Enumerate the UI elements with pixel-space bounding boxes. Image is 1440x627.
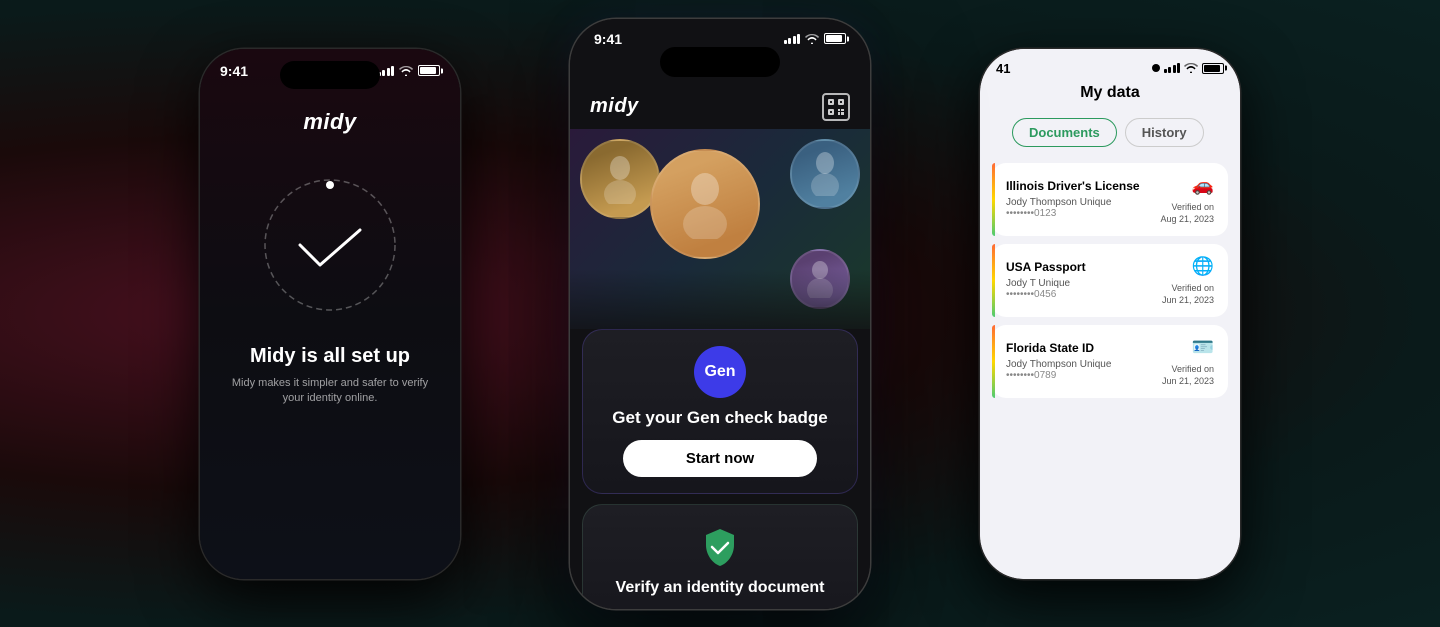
center-header: midy: [570, 85, 870, 129]
verify-title: Verify an identity document: [616, 579, 825, 597]
battery-icon: [418, 65, 440, 76]
photo-collage: [570, 129, 870, 329]
doc-2-number: ••••••••0456: [1006, 289, 1162, 300]
left-phone-logo: midy: [303, 109, 356, 135]
photo-bubble-3: [790, 139, 860, 209]
document-item-1[interactable]: Illinois Driver's License Jody Thompson …: [992, 163, 1228, 236]
photo-bubble-2: [650, 149, 760, 259]
center-time: 9:41: [594, 31, 622, 47]
center-battery-icon: [824, 33, 846, 44]
verify-card: Verify an identity document Start verifi…: [582, 504, 858, 609]
doc-3-right: 🪪 Verified on Jun 21, 2023: [1162, 337, 1214, 386]
doc-3-holder: Jody Thompson Unique: [1006, 359, 1162, 370]
doc-1-holder: Jody Thompson Unique: [1006, 197, 1160, 208]
right-wifi-icon: [1184, 63, 1198, 73]
center-wifi-icon: [805, 34, 819, 44]
right-phone-inner: 41: [980, 49, 1240, 579]
document-list: Illinois Driver's License Jody Thompson …: [980, 155, 1240, 579]
start-verification-link[interactable]: Start verification: [673, 607, 766, 609]
doc-1-verified-date: Aug 21, 2023: [1160, 214, 1214, 224]
center-status-bar: 9:41: [570, 19, 870, 47]
gen-badge-card: Gen Get your Gen check badge Start now: [582, 329, 858, 494]
center-phone: 9:41 m: [570, 19, 870, 609]
doc-2-verified-label: Verified on: [1171, 283, 1214, 293]
my-data-title: My data: [996, 84, 1224, 102]
doc-1-number: ••••••••0123: [1006, 208, 1160, 219]
doc-1-verified-label: Verified on: [1171, 202, 1214, 212]
document-item-3[interactable]: Florida State ID Jody Thompson Unique ••…: [992, 325, 1228, 398]
doc-3-verified-label: Verified on: [1171, 364, 1214, 374]
doc-2-name: USA Passport: [1006, 260, 1162, 274]
doc-2-right: 🌐 Verified on Jun 21, 2023: [1162, 256, 1214, 305]
dynamic-island-left: [280, 61, 380, 89]
doc-3-number: ••••••••0789: [1006, 370, 1162, 381]
doc-3-icon: 🪪: [1192, 337, 1214, 358]
tab-bar: Documents History: [996, 110, 1224, 155]
doc-3-verified-date: Jun 21, 2023: [1162, 376, 1214, 386]
doc-1-icon: 🚗: [1192, 175, 1214, 196]
setup-subtitle: Midy makes it simpler and safer to verif…: [220, 376, 440, 407]
doc-1-name: Illinois Driver's License: [1006, 179, 1160, 193]
collage-background: [570, 129, 870, 329]
doc-1-right: 🚗 Verified on Aug 21, 2023: [1160, 175, 1214, 224]
doc-3-name: Florida State ID: [1006, 341, 1162, 355]
tab-documents[interactable]: Documents: [1012, 118, 1117, 147]
doc-2-holder: Jody T Unique: [1006, 278, 1162, 289]
gen-badge-title: Get your Gen check badge: [612, 408, 827, 428]
shield-check-icon: [698, 525, 742, 569]
left-time: 9:41: [220, 63, 248, 79]
document-item-2[interactable]: USA Passport Jody T Unique ••••••••0456 …: [992, 244, 1228, 317]
doc-2-icon: 🌐: [1192, 256, 1214, 277]
center-status-icons: [784, 33, 847, 44]
setup-title: Midy is all set up: [250, 345, 410, 368]
camera-dot-icon: [1152, 64, 1160, 72]
phones-container: 9:41 midy: [0, 0, 1440, 627]
right-status-row: 41: [996, 61, 1224, 76]
left-phone: 9:41 midy: [200, 49, 460, 579]
left-phone-content: 9:41 midy: [200, 49, 460, 579]
right-time: 41: [996, 61, 1010, 76]
wifi-icon: [399, 66, 413, 76]
right-status-icons: [1152, 63, 1225, 74]
tab-history[interactable]: History: [1125, 118, 1204, 147]
doc-3-info: Florida State ID Jody Thompson Unique ••…: [1006, 341, 1162, 381]
right-status-bar: 41: [980, 49, 1240, 155]
qr-code-icon[interactable]: [822, 93, 850, 121]
doc-2-verified-date: Jun 21, 2023: [1162, 295, 1214, 305]
center-dynamic-island: [660, 47, 780, 77]
right-battery-icon: [1202, 63, 1224, 74]
left-status-icons: [378, 65, 441, 76]
start-now-button[interactable]: Start now: [623, 440, 817, 477]
check-circle: [250, 165, 410, 325]
photo-bubble-1: [580, 139, 660, 219]
doc-1-info: Illinois Driver's License Jody Thompson …: [1006, 179, 1160, 219]
doc-2-info: USA Passport Jody T Unique ••••••••0456: [1006, 260, 1162, 300]
center-logo: midy: [590, 95, 639, 118]
right-phone: 41: [980, 49, 1240, 579]
right-signal-icon: [1164, 63, 1181, 73]
collage-gradient: [570, 269, 870, 329]
center-signal-icon: [784, 34, 801, 44]
gen-badge-circle: Gen: [694, 346, 746, 398]
center-phone-inner: 9:41 m: [570, 19, 870, 609]
